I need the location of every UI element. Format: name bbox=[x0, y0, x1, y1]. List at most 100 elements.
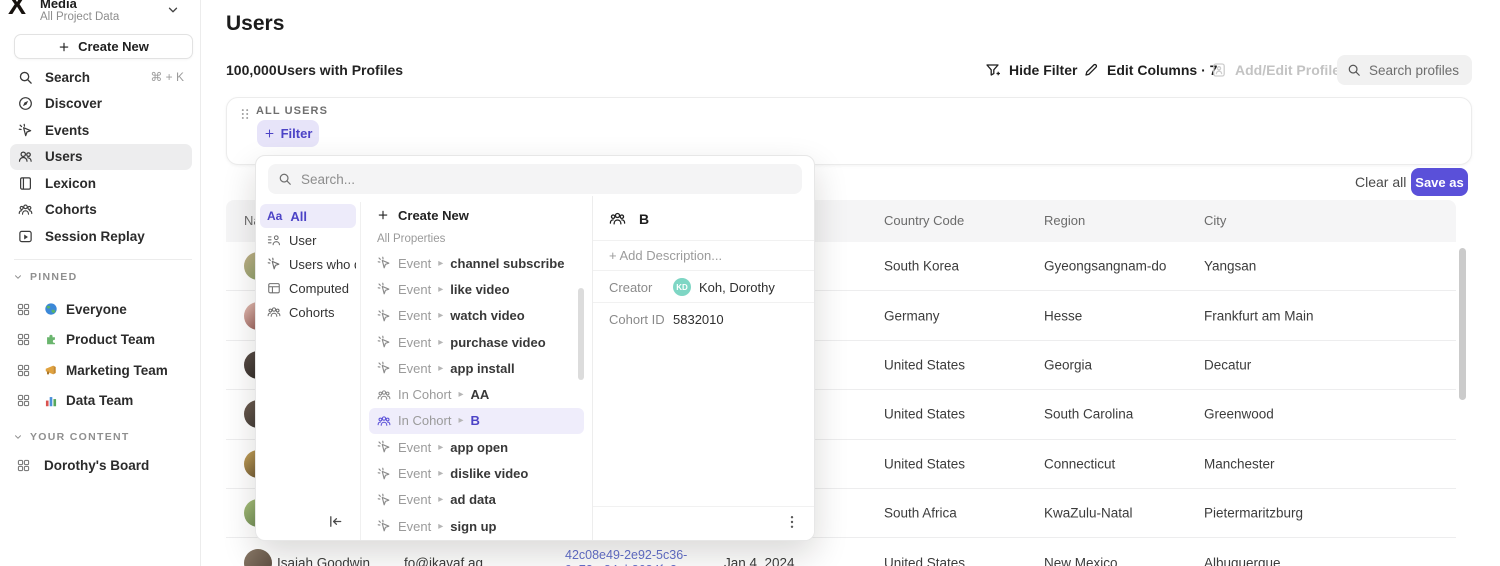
dropdown-search-placeholder: Search... bbox=[301, 172, 355, 187]
filter-option-sign-up[interactable]: Event ▸ sign up bbox=[369, 513, 584, 539]
edit-columns-button[interactable]: Edit Columns · 7 bbox=[1083, 62, 1217, 78]
filter-option-ad-data[interactable]: Event ▸ ad data bbox=[369, 487, 584, 513]
edit-columns-label: Edit Columns · 7 bbox=[1107, 62, 1217, 78]
puzzle-icon bbox=[44, 333, 58, 347]
cell-country: United States bbox=[884, 407, 965, 422]
filter-option-purchase-video[interactable]: Event ▸ purchase video bbox=[369, 329, 584, 355]
sidebar-item-search[interactable]: Search ⌘ + K bbox=[10, 64, 192, 91]
filter-option-in-cohort-aa[interactable]: In Cohort ▸ AA bbox=[369, 381, 584, 407]
sidebar-item-label: Session Replay bbox=[45, 229, 145, 244]
your-content-section-header[interactable]: YOUR CONTENT bbox=[13, 431, 130, 443]
filter-option-channel-subscribe[interactable]: Event ▸ channel subscribe bbox=[369, 250, 584, 276]
bar-chart-icon bbox=[44, 394, 58, 408]
filter-option-watch-video[interactable]: Event ▸ watch video bbox=[369, 303, 584, 329]
filter-option-dislike-video[interactable]: Event ▸ dislike video bbox=[369, 460, 584, 486]
sidebar-item-session-replay[interactable]: Session Replay bbox=[10, 223, 192, 250]
search-profiles-input[interactable]: Search profiles bbox=[1337, 55, 1472, 85]
option-name: purchase video bbox=[450, 335, 545, 350]
sidebar-item-cohorts[interactable]: Cohorts bbox=[10, 197, 192, 224]
add-edit-profile-button[interactable]: Add/Edit Profile bbox=[1211, 62, 1340, 78]
board-dorothys-board[interactable]: Dorothy's Board bbox=[10, 450, 194, 481]
creator-row: Creator KD Koh, Dorothy bbox=[609, 276, 804, 298]
dropdown-create-new-label: Create New bbox=[398, 208, 469, 223]
sidebar-item-users[interactable]: Users bbox=[10, 144, 192, 171]
pinned-board-marketing-team[interactable]: Marketing Team bbox=[10, 355, 194, 386]
create-new-button[interactable]: Create New bbox=[14, 34, 193, 59]
filter-property-dropdown: Search... Aa All User Users who di... Co… bbox=[255, 155, 815, 541]
chevron-right-icon: ▸ bbox=[458, 415, 463, 426]
sidebar-item-label: Users bbox=[45, 149, 83, 164]
cohort-icon bbox=[267, 305, 281, 319]
plus-icon bbox=[58, 41, 70, 53]
chevron-right-icon: ▸ bbox=[438, 494, 443, 505]
option-prefix: Event bbox=[398, 256, 431, 271]
option-prefix: Event bbox=[398, 282, 431, 297]
filter-funnel-icon bbox=[985, 62, 1001, 78]
option-name: sign up bbox=[450, 519, 496, 534]
cell-city: Greenwood bbox=[1204, 407, 1274, 422]
cell-city: Pietermaritzburg bbox=[1204, 506, 1303, 521]
hide-filter-button[interactable]: Hide Filter bbox=[985, 62, 1077, 78]
chevron-down-icon[interactable] bbox=[166, 3, 180, 17]
cell-user-id[interactable]: 42c08e49-2e92-5c36-9a73-a84eb8684fa3 bbox=[565, 548, 687, 566]
cell-region: KwaZulu-Natal bbox=[1044, 506, 1133, 521]
computed-icon bbox=[267, 281, 281, 295]
cell-region: Georgia bbox=[1044, 357, 1092, 372]
project-subtitle: All Project Data bbox=[40, 11, 119, 23]
cell-country: United States bbox=[884, 357, 965, 372]
board-icon bbox=[16, 458, 31, 473]
column-header-country-code[interactable]: Country Code bbox=[884, 213, 964, 228]
column-header-region[interactable]: Region bbox=[1044, 213, 1085, 228]
dropdown-create-new-button[interactable]: Create New bbox=[369, 202, 584, 228]
filter-option-like-video[interactable]: Event ▸ like video bbox=[369, 276, 584, 302]
sidebar-item-events[interactable]: Events bbox=[10, 117, 192, 144]
column-header-city[interactable]: City bbox=[1204, 213, 1226, 228]
cohort-icon bbox=[609, 210, 626, 227]
filter-option-app-open[interactable]: Event ▸ app open bbox=[369, 434, 584, 460]
popover-divider bbox=[593, 302, 814, 303]
filter-option-in-cohort-b[interactable]: In Cohort ▸ B bbox=[369, 408, 584, 434]
save-as-button[interactable]: Save as bbox=[1411, 168, 1468, 196]
pinned-section-header[interactable]: PINNED bbox=[13, 271, 77, 283]
more-options-icon[interactable] bbox=[784, 514, 800, 530]
pinned-board-everyone[interactable]: Everyone bbox=[10, 294, 194, 325]
cell-region: New Mexico bbox=[1044, 555, 1118, 566]
category-cohorts[interactable]: Cohorts bbox=[260, 300, 356, 324]
collapse-panel-icon[interactable] bbox=[328, 514, 343, 529]
option-prefix: Event bbox=[398, 308, 431, 323]
cohort-id-value: 5832010 bbox=[673, 312, 724, 327]
shortcut-hint: ⌘ + K bbox=[150, 70, 184, 84]
table-row[interactable]: Isaiah Goodwin fo@ikavaf.ag 42c08e49-2e9… bbox=[226, 538, 1456, 566]
category-all[interactable]: Aa All bbox=[260, 204, 356, 228]
dropdown-scrollbar[interactable] bbox=[578, 288, 584, 380]
add-description-button[interactable]: + Add Description... bbox=[609, 248, 722, 263]
cell-name: Isaiah Goodwin bbox=[277, 555, 370, 566]
category-computed[interactable]: Computed bbox=[260, 276, 356, 300]
hide-filter-label: Hide Filter bbox=[1009, 62, 1077, 78]
clear-all-button[interactable]: Clear all bbox=[1355, 174, 1406, 190]
sidebar-item-lexicon[interactable]: Lexicon bbox=[10, 170, 192, 197]
pinned-board-data-team[interactable]: Data Team bbox=[10, 386, 194, 417]
replay-icon bbox=[18, 229, 33, 244]
dropdown-section-label: All Properties bbox=[369, 228, 584, 250]
app-logo: X bbox=[8, 0, 26, 21]
aa-text-icon: Aa bbox=[267, 209, 282, 223]
pinned-board-product-team[interactable]: Product Team bbox=[10, 325, 194, 356]
search-icon bbox=[1347, 63, 1361, 77]
category-label: All bbox=[290, 209, 307, 224]
sidebar-divider bbox=[14, 259, 192, 260]
dropdown-search-input[interactable]: Search... bbox=[268, 164, 802, 194]
add-filter-button[interactable]: Filter bbox=[257, 120, 319, 147]
option-name: B bbox=[471, 413, 480, 428]
option-prefix: Event bbox=[398, 335, 431, 350]
cell-region: Connecticut bbox=[1044, 456, 1115, 471]
create-new-label: Create New bbox=[78, 39, 149, 54]
cell-country: United States bbox=[884, 555, 965, 566]
table-scrollbar[interactable] bbox=[1459, 248, 1466, 400]
sidebar-item-discover[interactable]: Discover bbox=[10, 91, 192, 118]
category-user[interactable]: User bbox=[260, 228, 356, 252]
filter-option-app-install[interactable]: Event ▸ app install bbox=[369, 355, 584, 381]
user-id-line: 42c08e49-2e92-5c36- bbox=[565, 548, 687, 562]
drag-handle-icon[interactable] bbox=[238, 107, 252, 121]
category-users-who-did[interactable]: Users who di... bbox=[260, 252, 356, 276]
